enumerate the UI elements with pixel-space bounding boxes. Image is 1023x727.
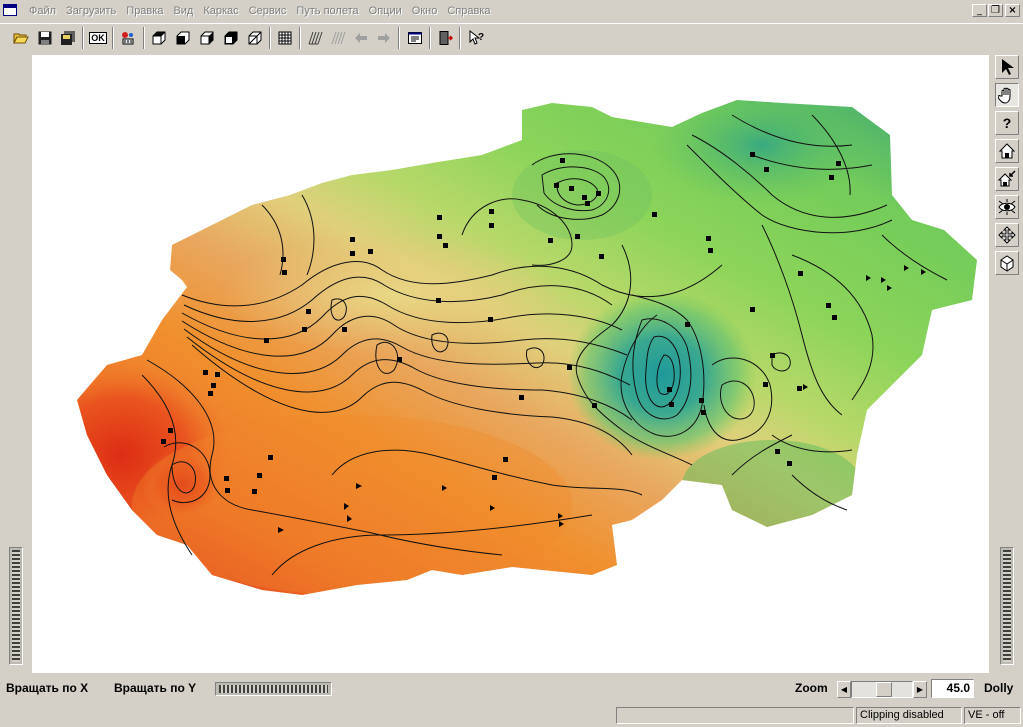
cube-iso-left-icon <box>224 31 238 45</box>
3d-viewport[interactable] <box>32 55 989 673</box>
forward-arrow-button[interactable] <box>373 27 395 49</box>
eye-tool[interactable] <box>995 195 1019 219</box>
wireframe-icon <box>308 31 323 45</box>
home-set-tool[interactable] <box>995 167 1019 191</box>
view-side-button[interactable] <box>196 27 218 49</box>
menu-help[interactable]: Справка <box>442 3 495 19</box>
view-iso-left-button[interactable] <box>220 27 242 49</box>
status-clipping: Clipping disabled <box>856 707 962 724</box>
wireframe-2-button[interactable] <box>327 27 349 49</box>
menu-load[interactable]: Загрузить <box>61 3 121 19</box>
view-iso-right-button[interactable] <box>244 27 266 49</box>
left-panel <box>0 51 32 673</box>
arrow-right-icon <box>378 33 390 43</box>
home-tool[interactable] <box>995 139 1019 163</box>
dolly-label: Dolly <box>984 681 1014 695</box>
open-folder-icon <box>13 33 29 44</box>
ok-icon: OK <box>89 32 107 44</box>
properties-button[interactable] <box>404 27 426 49</box>
grid-button[interactable] <box>274 27 296 49</box>
save-all-button[interactable] <box>57 27 79 49</box>
close-button[interactable]: × <box>1005 4 1020 17</box>
rotate-y-horizontal-slider[interactable] <box>215 682 332 696</box>
grid-icon <box>278 31 292 45</box>
slider-grip[interactable] <box>12 550 20 662</box>
toolbar: OK ? <box>0 23 1023 51</box>
wireframe-1-button[interactable] <box>304 27 326 49</box>
pointer-tool[interactable] <box>995 55 1019 79</box>
view-top-button[interactable] <box>148 27 170 49</box>
app-window-icon[interactable] <box>3 4 17 16</box>
objects-button[interactable] <box>117 27 139 49</box>
hand-icon <box>998 87 1011 104</box>
cube-top-icon <box>152 31 166 45</box>
ok-button[interactable]: OK <box>87 27 109 49</box>
back-arrow-button[interactable] <box>350 27 372 49</box>
menu-edit[interactable]: Правка <box>121 3 168 19</box>
arrow-left-icon <box>355 33 367 43</box>
wireframe-fill-icon <box>331 31 346 45</box>
menu-view[interactable]: Вид <box>168 3 198 19</box>
home-arrow-icon <box>998 170 1016 187</box>
status-empty-panel <box>616 707 854 724</box>
home-icon <box>998 143 1016 159</box>
context-help-button[interactable]: ? <box>465 27 487 49</box>
exit-button[interactable] <box>434 27 456 49</box>
slider-grip[interactable] <box>1003 550 1011 662</box>
zoom-track-bar[interactable] <box>851 681 913 698</box>
eye-icon <box>998 199 1016 215</box>
zoom-value-field[interactable]: 45.0 <box>931 679 974 698</box>
view-front-button[interactable] <box>172 27 194 49</box>
rotate-y-label: Вращать по Y <box>114 681 197 695</box>
zoom-vertical-slider[interactable] <box>1000 547 1014 665</box>
menu-file[interactable]: Файл <box>24 3 61 19</box>
menu-bar: Файл Загрузить Правка Вид Каркас Сервис … <box>0 0 1023 22</box>
menu-options[interactable]: Опции <box>364 3 407 19</box>
restore-button[interactable]: ❐ <box>988 4 1003 17</box>
pointer-question-icon: ? <box>469 30 484 45</box>
open-button[interactable] <box>10 27 32 49</box>
hand-tool[interactable] <box>995 83 1019 107</box>
rotate-y-slider[interactable] <box>9 547 23 665</box>
zoom-decrease-button[interactable]: ◀ <box>837 681 851 698</box>
svg-text:?: ? <box>478 32 484 43</box>
menu-window[interactable]: Окно <box>407 3 443 19</box>
zoom-label: Zoom <box>795 681 828 695</box>
help-icon: ? <box>1002 115 1012 131</box>
pointer-icon <box>1002 59 1014 75</box>
status-bar: Clipping disabled VE - off <box>0 704 1023 727</box>
move-icon <box>998 226 1016 244</box>
zoom-thumb[interactable] <box>876 682 892 697</box>
menu-service[interactable]: Сервис <box>244 3 292 19</box>
properties-icon <box>408 32 422 44</box>
right-tool-panel: ? <box>989 51 1023 673</box>
objects-icon <box>122 32 134 45</box>
move-tool[interactable] <box>995 223 1019 247</box>
exit-door-icon <box>439 31 453 45</box>
rotate-x-label: Вращать по X <box>6 681 89 695</box>
save-all-icon <box>61 31 75 45</box>
cube-tool[interactable] <box>995 251 1019 275</box>
cube-front-icon <box>176 31 190 45</box>
status-main <box>2 707 614 724</box>
cube-iso-right-icon <box>248 31 262 45</box>
floppy-icon <box>38 31 52 45</box>
slider-grip[interactable] <box>219 685 328 693</box>
help-tool[interactable]: ? <box>995 111 1019 135</box>
surface-map[interactable] <box>32 55 989 673</box>
zoom-slider[interactable]: ◀ ▶ <box>837 681 927 698</box>
save-button[interactable] <box>34 27 56 49</box>
menu-wireframe[interactable]: Каркас <box>198 3 243 19</box>
main-menu: Файл Загрузить Правка Вид Каркас Сервис … <box>24 3 495 19</box>
minimize-button[interactable]: _ <box>972 4 987 17</box>
zoom-increase-button[interactable]: ▶ <box>913 681 927 698</box>
status-ve: VE - off <box>964 707 1021 724</box>
menu-flight-path[interactable]: Путь полета <box>291 3 363 19</box>
cube-icon <box>1000 255 1014 272</box>
cube-side-icon <box>200 31 214 45</box>
